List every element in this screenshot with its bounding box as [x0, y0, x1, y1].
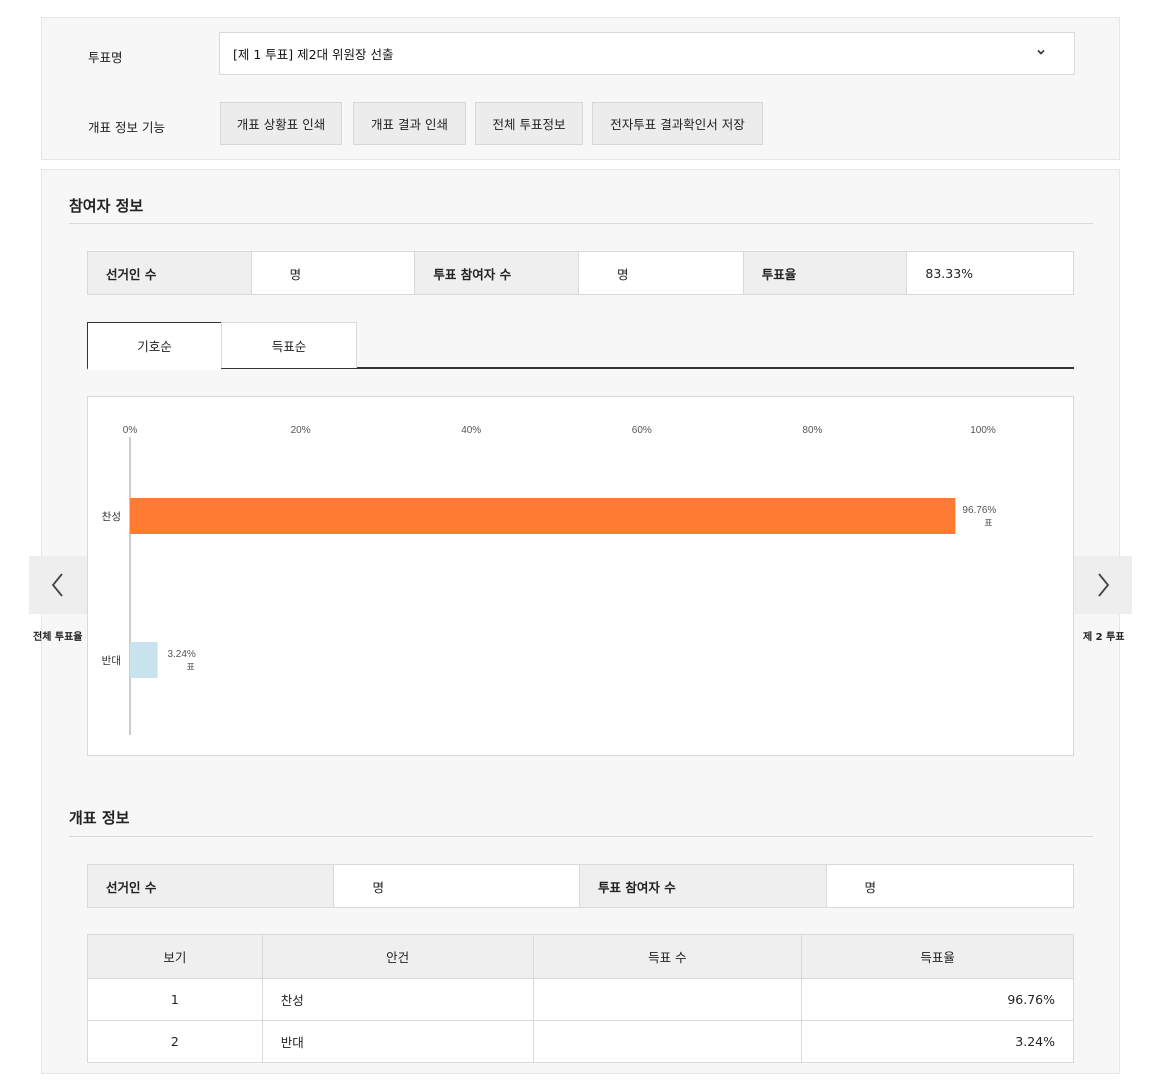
row-no: 2 [87, 1020, 263, 1063]
x-tick-label: 20% [291, 425, 311, 436]
row-rate: 3.24% [801, 1020, 1074, 1063]
data-label-unit: 표 [984, 518, 992, 528]
electors-value: 명 [252, 252, 416, 294]
table-header-row: 보기 안건 득표 수 득표율 [87, 934, 1074, 979]
chevron-left-icon [51, 573, 63, 597]
functions-label: 개표 정보 기능 [88, 120, 165, 135]
table-row: 2 반대 3.24% [87, 1020, 1074, 1063]
row-votes [532, 978, 803, 1021]
header-votes: 득표 수 [532, 934, 803, 979]
vote-name-label: 투표명 [88, 50, 123, 65]
counting-electors-label: 선거인 수 [88, 865, 335, 907]
vote-select-value: [제 1 투표] 제2대 위원장 선출 [233, 47, 394, 62]
bar [130, 498, 956, 534]
row-no: 1 [87, 978, 263, 1021]
prev-vote-label[interactable]: 전체 투표율 [33, 628, 82, 643]
tab-symbol-order[interactable]: 기호순 [87, 322, 222, 370]
bar-chart: 0% 20% 40% 60% 80% 100%찬성96.76%표반대3.24%표 [102, 425, 996, 735]
participants-info-table: 선거인 수 명 투표 참여자 수 명 투표율 83.33% [87, 251, 1074, 295]
x-tick-label: 60% [632, 425, 652, 436]
header-rate: 득표율 [801, 934, 1074, 979]
data-label: 96.76% [962, 505, 996, 516]
data-label-unit: 표 [186, 662, 194, 672]
row-item: 반대 [261, 1020, 534, 1063]
participants-title: 참여자 정보 [69, 197, 144, 215]
voters-value: 명 [579, 252, 744, 294]
print-status-button[interactable]: 개표 상황표 인쇄 [220, 102, 342, 145]
vote-selection-panel: 투표명 [제 1 투표] 제2대 위원장 선출 개표 정보 기능 개표 상황표 … [41, 17, 1120, 160]
x-tick-label: 100% [970, 425, 996, 436]
data-label: 3.24% [167, 649, 195, 660]
turnout-value: 83.33% [925, 265, 974, 281]
x-tick-label: 0% [123, 425, 138, 436]
category-label: 찬성 [102, 511, 121, 523]
vote-select[interactable]: [제 1 투표] 제2대 위원장 선출 [219, 32, 1075, 75]
prev-vote-button[interactable] [29, 556, 87, 614]
row-rate: 96.76% [801, 978, 1074, 1021]
vote-result-panel: 참여자 정보 선거인 수 명 투표 참여자 수 명 투표율 83.33% 기호순… [41, 169, 1120, 1074]
header-item: 안건 [261, 934, 534, 979]
next-vote-button[interactable] [1074, 556, 1132, 614]
counting-title: 개표 정보 [69, 809, 130, 827]
header-choice: 보기 [87, 934, 263, 979]
sort-tabs: 기호순 득표순 [87, 322, 1074, 370]
divider [69, 836, 1093, 837]
divider [69, 223, 1093, 224]
turnout-label: 투표율 [743, 252, 908, 294]
save-confirmation-button[interactable]: 전자투표 결과확인서 저장 [592, 102, 763, 145]
counting-electors-value: 명 [334, 865, 581, 907]
table-row: 1 찬성 96.76% [87, 978, 1074, 1021]
chevron-down-icon [1037, 49, 1045, 55]
row-votes [532, 1020, 803, 1063]
counting-voters-value: 명 [864, 879, 877, 895]
x-tick-label: 80% [802, 425, 822, 436]
tab-vote-order[interactable]: 득표순 [221, 322, 357, 368]
counting-info-table: 선거인 수 명 투표 참여자 수 명 [87, 864, 1074, 908]
next-vote-label[interactable]: 제 2 투표 [1083, 628, 1125, 643]
row-item: 찬성 [261, 978, 534, 1021]
voters-label: 투표 참여자 수 [415, 252, 580, 294]
result-table: 보기 안건 득표 수 득표율 1 찬성 96.76% 2 반대 3.24% [87, 934, 1074, 1063]
electors-label: 선거인 수 [88, 252, 252, 294]
bar [130, 642, 158, 678]
x-tick-label: 40% [461, 425, 481, 436]
print-result-button[interactable]: 개표 결과 인쇄 [353, 102, 466, 145]
all-vote-info-button[interactable]: 전체 투표정보 [475, 102, 583, 145]
category-label: 반대 [102, 655, 121, 667]
chevron-right-icon [1098, 573, 1110, 597]
vote-chart: 0% 20% 40% 60% 80% 100% 찬성 96.76% 표 반대 3.24% 표 [87, 396, 1074, 756]
counting-voters-label: 투표 참여자 수 [580, 865, 827, 907]
